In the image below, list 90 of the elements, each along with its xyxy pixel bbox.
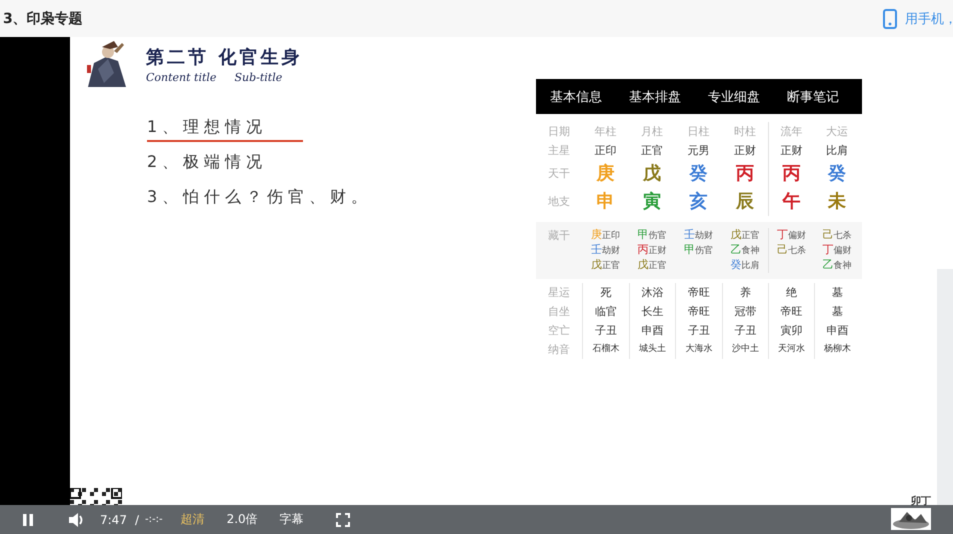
- column-header: 大运: [825, 124, 849, 140]
- table-cell-text: 癸: [826, 162, 847, 186]
- table-cell: 子丑: [582, 321, 628, 340]
- table-cell: 申酉: [628, 321, 675, 340]
- outline-item: 2、极端情况: [147, 152, 268, 173]
- table-cell: 绝: [768, 283, 814, 302]
- table-cell: 墓: [814, 302, 860, 321]
- outline-item: 1、理想情况: [147, 117, 304, 142]
- table-cell-text: 癸: [688, 162, 708, 186]
- table-cell-text: 未: [826, 190, 847, 214]
- speed-button[interactable]: 2.0倍: [226, 511, 258, 528]
- table-cell-text: 亥: [688, 190, 708, 214]
- logo-text: 卯丁: [911, 494, 931, 508]
- table-cell: 戊正官: [637, 258, 666, 273]
- table-cell-text: 元男: [686, 143, 710, 159]
- table-cell: 寅卯: [768, 321, 814, 340]
- table-cell: 丁偏财: [777, 228, 806, 243]
- table-cell: 杨柳木: [814, 340, 860, 359]
- table-cell: 丙正财: [637, 243, 666, 258]
- table-cell: 丁偏财: [822, 243, 852, 258]
- table-cell: 沙中土: [722, 340, 768, 359]
- section-title: 第二节 化官生身: [146, 46, 302, 69]
- column-header: 流年: [768, 122, 814, 141]
- table-cell-text: 比肩: [825, 143, 849, 159]
- table-cell-text: 正印: [593, 143, 618, 159]
- row-label: 自坐: [547, 304, 571, 320]
- row-label: 地支: [547, 194, 571, 210]
- subtitle: Content title: [146, 71, 216, 84]
- row-label: 星运: [547, 285, 571, 301]
- row-label: 藏干: [547, 228, 571, 244]
- chart-tab[interactable]: 断事笔记: [787, 88, 839, 106]
- table-cell-text: 戊: [642, 162, 662, 186]
- subtitle: Sub-title: [234, 71, 282, 84]
- table-cell: 天河水: [768, 340, 814, 359]
- column-header: 时柱: [732, 124, 757, 140]
- duration: -:-:-: [145, 514, 163, 525]
- table-cell-text: 寅: [642, 190, 662, 214]
- table-cell: 城头土: [628, 340, 675, 359]
- table-cell: 子丑: [722, 321, 768, 340]
- table-cell: 冠带: [722, 302, 768, 321]
- table-cell: 大海水: [675, 340, 722, 359]
- chart-tab[interactable]: 基本排盘: [629, 88, 681, 106]
- column-header: 年柱: [593, 124, 618, 140]
- table-cell: 帝旺: [768, 302, 814, 321]
- row-label: 日期: [547, 124, 571, 140]
- table-cell: 甲 伤官: [684, 243, 713, 258]
- table-cell: 石榴木: [582, 340, 628, 359]
- current-time: 7:47: [100, 512, 127, 526]
- time-separator: /: [134, 512, 139, 526]
- chart-tab[interactable]: 基本信息: [550, 88, 602, 106]
- table-cell-text: 庚: [595, 162, 616, 186]
- table-cell: 长生: [628, 302, 675, 321]
- table-cell: 乙食神: [822, 258, 852, 273]
- row-label: 纳音: [547, 342, 571, 358]
- table-cell: 乙食神: [730, 243, 760, 258]
- table-cell: 甲 伤官: [637, 228, 666, 243]
- table-cell: 戊正官: [590, 258, 620, 273]
- subtitles-button[interactable]: 字幕: [280, 511, 304, 528]
- table-cell: 正财: [768, 141, 814, 160]
- table-cell-text: 正财: [732, 143, 757, 159]
- table-cell: 临官: [582, 302, 628, 321]
- page-title: 3、印枭专题: [3, 10, 83, 28]
- table-cell: 帝旺: [675, 302, 722, 321]
- table-cell: 养: [722, 283, 768, 302]
- table-cell: 己七杀: [822, 228, 852, 243]
- table-cell: 墓: [814, 283, 860, 302]
- chart-tab[interactable]: 专业细盘: [708, 88, 760, 106]
- row-label: 天干: [547, 166, 571, 182]
- table-cell: 癸比肩: [730, 258, 760, 273]
- table-cell: 沐浴: [628, 283, 675, 302]
- outline-item: 3、怕什么？伤官、财。: [147, 187, 372, 208]
- column-header: 月柱: [640, 124, 664, 140]
- table-cell-text: 丙: [734, 162, 755, 186]
- table-cell: 壬劫财: [590, 243, 620, 258]
- table-cell: 申酉: [814, 321, 860, 340]
- table-cell: 戊正官: [730, 228, 760, 243]
- table-cell-text: 正官: [640, 143, 664, 159]
- table-cell-text: 辰: [734, 190, 755, 214]
- column-header: 日柱: [686, 124, 710, 140]
- table-cell-text: 申: [595, 190, 616, 214]
- table-cell: 午: [768, 188, 814, 216]
- table-cell: 丙: [768, 160, 814, 188]
- row-label: 空亡: [547, 323, 571, 339]
- row-label: 主星: [547, 143, 571, 159]
- table-cell: 壬劫财: [684, 228, 713, 243]
- table-cell: 死: [582, 283, 628, 302]
- table-cell: 子丑: [675, 321, 722, 340]
- table-cell: 己七杀: [777, 243, 806, 258]
- table-cell: 帝旺: [675, 283, 722, 302]
- table-cell: 庚正印: [590, 228, 620, 243]
